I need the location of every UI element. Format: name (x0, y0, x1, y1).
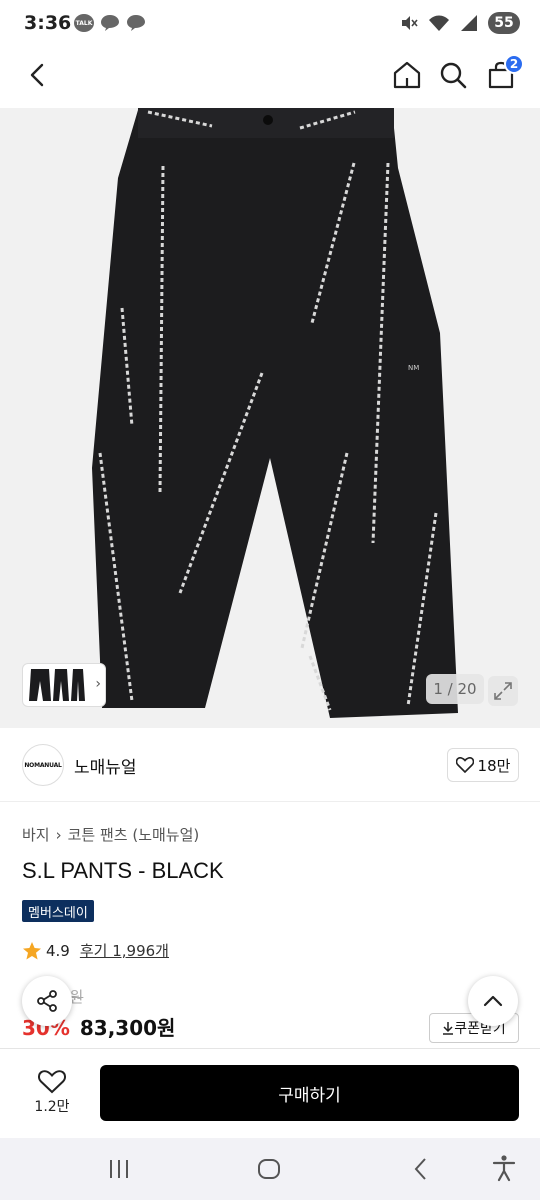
rating-row: 4.9 후기 1,996개 (22, 940, 169, 961)
status-time: 3:36 (24, 12, 72, 34)
rating-value: 4.9 (46, 941, 70, 960)
chevron-up-icon (483, 995, 503, 1007)
home-nav-icon[interactable] (256, 1156, 282, 1182)
recents-icon[interactable] (106, 1156, 132, 1182)
home-button[interactable] (392, 60, 422, 90)
brand-row: NOMANUAL 노매뉴얼 18만 (0, 728, 540, 802)
product-image-gallery[interactable]: NM › 1 / 20 (0, 108, 540, 728)
sale-price: 83,300원 (79, 1016, 176, 1040)
wishlist-button[interactable]: 1.2만 (22, 1065, 82, 1121)
home-icon (393, 61, 421, 89)
review-link[interactable]: 후기 1,996개 (80, 940, 169, 961)
chevron-right-icon: › (95, 676, 101, 692)
search-icon (440, 62, 467, 89)
product-title: S.L PANTS - BLACK (22, 858, 224, 883)
share-button[interactable] (22, 976, 72, 1026)
heart-icon (38, 1070, 66, 1094)
wifi-icon (429, 15, 449, 31)
back-nav-icon[interactable] (408, 1156, 434, 1182)
purchase-bar: 1.2만 구매하기 (0, 1048, 540, 1138)
buy-button[interactable]: 구매하기 (100, 1065, 519, 1121)
star-icon (23, 941, 41, 959)
heart-icon (455, 757, 474, 773)
cart-button[interactable]: 2 (486, 54, 524, 90)
breadcrumb: 바지 › 코튼 팬츠 (노매뉴얼) (22, 824, 199, 845)
brand-logo[interactable]: NOMANUAL (22, 744, 64, 786)
battery-indicator: 55 (488, 12, 520, 34)
image-counter: 1 / 20 (426, 674, 484, 704)
notification-icons: TALK (74, 14, 146, 32)
share-icon (37, 990, 57, 1012)
chat-bubble-icon (127, 15, 145, 31)
scroll-top-button[interactable] (468, 976, 518, 1026)
back-button[interactable] (22, 60, 52, 90)
download-icon (443, 1022, 454, 1035)
thumbnail-image (29, 669, 85, 701)
app-header: 2 (0, 50, 540, 108)
expand-button[interactable] (488, 676, 518, 706)
brand-name[interactable]: 노매뉴얼 (74, 753, 137, 778)
brand-like-button[interactable]: 18만 (447, 748, 519, 782)
signal-icon (461, 15, 477, 31)
system-indicators: 55 (400, 12, 520, 34)
status-bar: 3:36 TALK 55 (0, 0, 540, 50)
breadcrumb-item[interactable]: 바지 (22, 824, 50, 845)
brand-mark: NM (408, 364, 419, 372)
chat-bubble-icon (101, 15, 119, 31)
breadcrumb-item[interactable]: 코튼 팬츠 (노매뉴얼) (68, 824, 200, 845)
brand-like-count: 18만 (477, 756, 511, 775)
mute-icon (402, 16, 418, 30)
search-button[interactable] (438, 60, 468, 90)
thumbnail-strip[interactable]: › (22, 663, 106, 707)
kakaotalk-icon: TALK (74, 14, 94, 32)
system-nav-bar (0, 1138, 540, 1200)
accessibility-icon[interactable] (490, 1154, 518, 1182)
wishlist-count: 1.2만 (34, 1099, 70, 1115)
chevron-right-icon: › (55, 825, 62, 844)
chevron-left-icon (30, 63, 44, 87)
product-image: NM (0, 108, 540, 728)
expand-icon (494, 682, 512, 700)
cart-count-badge: 2 (504, 54, 524, 74)
member-day-badge: 멤버스데이 (22, 900, 94, 922)
